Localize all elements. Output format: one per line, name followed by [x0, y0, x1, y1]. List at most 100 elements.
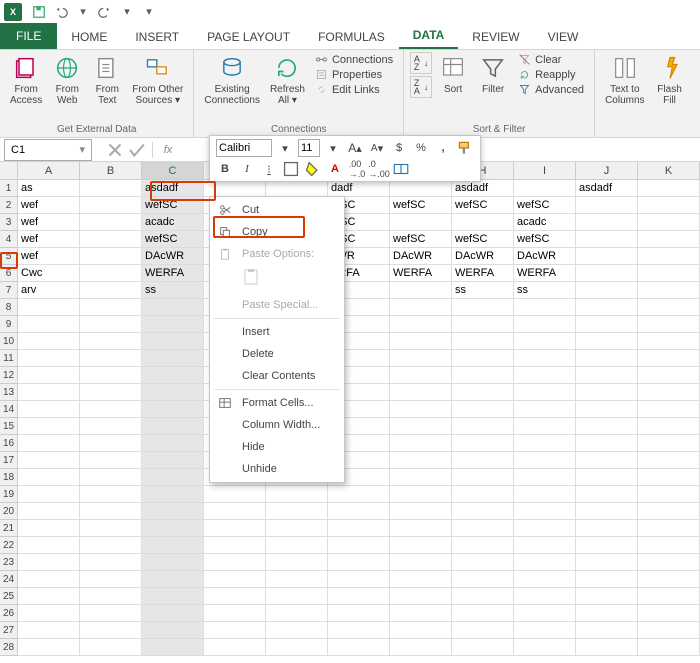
cell-A22[interactable]	[18, 537, 80, 554]
cell-D28[interactable]	[204, 639, 266, 656]
cell-G27[interactable]	[390, 622, 452, 639]
undo-button[interactable]	[50, 1, 72, 23]
cell-J21[interactable]	[576, 520, 638, 537]
cell-A14[interactable]	[18, 401, 80, 418]
cell-B20[interactable]	[80, 503, 142, 520]
font-color-button[interactable]: A	[326, 160, 344, 178]
cell-J26[interactable]	[576, 605, 638, 622]
cell-H3[interactable]	[452, 214, 514, 231]
cell-A15[interactable]	[18, 418, 80, 435]
ctx-paste-option-btn[interactable]	[210, 265, 344, 294]
comma-format-icon[interactable]: ,	[434, 139, 452, 157]
ctx-format-cells[interactable]: Format Cells...	[210, 392, 344, 414]
cell-C13[interactable]	[142, 384, 204, 401]
row-header-4[interactable]: 4	[0, 231, 18, 248]
cell-H1[interactable]: asdadf	[452, 180, 514, 197]
cell-J20[interactable]	[576, 503, 638, 520]
cell-E23[interactable]	[266, 554, 328, 571]
cell-B5[interactable]	[80, 248, 142, 265]
tab-pagelayout[interactable]: PAGE LAYOUT	[193, 24, 304, 49]
cell-C10[interactable]	[142, 333, 204, 350]
cell-H13[interactable]	[452, 384, 514, 401]
row-header-17[interactable]: 17	[0, 452, 18, 469]
cell-H28[interactable]	[452, 639, 514, 656]
sort-desc-button[interactable]: ZA↓	[410, 76, 432, 98]
cell-H10[interactable]	[452, 333, 514, 350]
cell-I7[interactable]: ss	[514, 282, 576, 299]
cell-G28[interactable]	[390, 639, 452, 656]
row-header-23[interactable]: 23	[0, 554, 18, 571]
cell-A5[interactable]: wef	[18, 248, 80, 265]
bold-button[interactable]: B	[216, 160, 234, 178]
column-header-K[interactable]: K	[638, 162, 700, 180]
cell-K28[interactable]	[638, 639, 700, 656]
cell-E25[interactable]	[266, 588, 328, 605]
cell-H19[interactable]	[452, 486, 514, 503]
cell-F23[interactable]	[328, 554, 390, 571]
cell-K15[interactable]	[638, 418, 700, 435]
cell-G15[interactable]	[390, 418, 452, 435]
cell-G6[interactable]: WERFA	[390, 265, 452, 282]
cell-B12[interactable]	[80, 367, 142, 384]
cell-K16[interactable]	[638, 435, 700, 452]
cell-F24[interactable]	[328, 571, 390, 588]
cell-G22[interactable]	[390, 537, 452, 554]
cell-G1[interactable]	[390, 180, 452, 197]
cell-D25[interactable]	[204, 588, 266, 605]
row-header-28[interactable]: 28	[0, 639, 18, 656]
cell-C9[interactable]	[142, 316, 204, 333]
cell-K11[interactable]	[638, 350, 700, 367]
cell-E22[interactable]	[266, 537, 328, 554]
cell-I4[interactable]: wefSC	[514, 231, 576, 248]
cell-G13[interactable]	[390, 384, 452, 401]
cell-B4[interactable]	[80, 231, 142, 248]
cell-A23[interactable]	[18, 554, 80, 571]
column-header-B[interactable]: B	[80, 162, 142, 180]
cell-J5[interactable]	[576, 248, 638, 265]
cell-H18[interactable]	[452, 469, 514, 486]
cell-H12[interactable]	[452, 367, 514, 384]
cell-E26[interactable]	[266, 605, 328, 622]
cell-D23[interactable]	[204, 554, 266, 571]
cell-I2[interactable]: wefSC	[514, 197, 576, 214]
cell-J19[interactable]	[576, 486, 638, 503]
cell-A10[interactable]	[18, 333, 80, 350]
cell-C21[interactable]	[142, 520, 204, 537]
underline-button[interactable]: ⁝	[260, 160, 278, 178]
cell-J16[interactable]	[576, 435, 638, 452]
cell-I11[interactable]	[514, 350, 576, 367]
cell-B28[interactable]	[80, 639, 142, 656]
cell-A17[interactable]	[18, 452, 80, 469]
tab-file[interactable]: FILE	[0, 23, 57, 49]
cell-J8[interactable]	[576, 299, 638, 316]
cell-H17[interactable]	[452, 452, 514, 469]
italic-button[interactable]: I	[238, 160, 256, 178]
cell-I14[interactable]	[514, 401, 576, 418]
cell-I5[interactable]: DAcWR	[514, 248, 576, 265]
row-header-27[interactable]: 27	[0, 622, 18, 639]
cell-C16[interactable]	[142, 435, 204, 452]
from-text-button[interactable]: From Text	[88, 52, 126, 108]
cell-I16[interactable]	[514, 435, 576, 452]
row-header-16[interactable]: 16	[0, 435, 18, 452]
cell-J15[interactable]	[576, 418, 638, 435]
column-header-I[interactable]: I	[514, 162, 576, 180]
cell-J13[interactable]	[576, 384, 638, 401]
row-header-13[interactable]: 13	[0, 384, 18, 401]
cell-F21[interactable]	[328, 520, 390, 537]
cell-G7[interactable]	[390, 282, 452, 299]
decrease-decimal-icon[interactable]: .0→.00	[370, 160, 388, 178]
cell-E1[interactable]	[266, 180, 328, 197]
cell-A19[interactable]	[18, 486, 80, 503]
cell-K26[interactable]	[638, 605, 700, 622]
tab-review[interactable]: REVIEW	[458, 24, 533, 49]
cell-H27[interactable]	[452, 622, 514, 639]
cell-K2[interactable]	[638, 197, 700, 214]
row-header-18[interactable]: 18	[0, 469, 18, 486]
ctx-clear-contents[interactable]: Clear Contents	[210, 365, 344, 387]
cell-C23[interactable]	[142, 554, 204, 571]
font-size[interactable]	[298, 139, 320, 157]
cell-C28[interactable]	[142, 639, 204, 656]
cell-I9[interactable]	[514, 316, 576, 333]
row-header-2[interactable]: 2	[0, 197, 18, 214]
